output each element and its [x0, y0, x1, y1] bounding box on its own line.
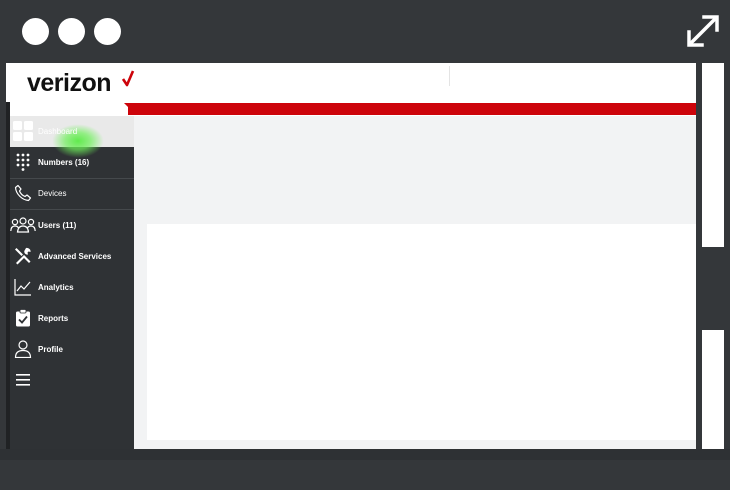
- sidebar-item-label: Advanced Services: [38, 252, 112, 261]
- sidebar-item-users[interactable]: Users (11): [10, 210, 134, 241]
- sidebar-item-menu[interactable]: [10, 365, 134, 396]
- app-window: verizon Dashboard Numbers (16) Devices U…: [6, 63, 696, 449]
- sidebar-item-profile[interactable]: Profile: [10, 334, 134, 365]
- bottom-band-shade: [0, 449, 730, 460]
- sidebar-item-label: Analytics: [38, 283, 74, 292]
- red-accent-bar: [128, 103, 696, 115]
- verizon-logo[interactable]: verizon: [27, 69, 112, 98]
- window-control-dot-2[interactable]: [58, 18, 85, 45]
- topbar-divider: [449, 66, 450, 86]
- main-content: [134, 116, 696, 449]
- right-panel-bottom: [702, 330, 724, 449]
- sidebar-item-label: Numbers (16): [38, 158, 90, 167]
- top-bar: verizon: [6, 63, 696, 102]
- sidebar-item-label: Devices: [38, 189, 67, 198]
- right-panel-top: [702, 63, 724, 247]
- dialpad-icon: [12, 151, 34, 173]
- clipboard-check-icon: [12, 307, 34, 329]
- phone-icon: [12, 182, 34, 204]
- logo-check-icon: [121, 70, 135, 87]
- chart-icon: [12, 276, 34, 298]
- window-control-dot-1[interactable]: [22, 18, 49, 45]
- sidebar-item-label: Dashboard: [38, 127, 78, 136]
- sidebar-item-analytics[interactable]: Analytics: [10, 272, 134, 303]
- expand-arrows-icon[interactable]: [684, 12, 722, 50]
- window-control-dot-3[interactable]: [94, 18, 121, 45]
- sidebar-item-dashboard[interactable]: Dashboard: [10, 116, 134, 158]
- content-card: [147, 224, 696, 440]
- users-icon: [10, 214, 36, 236]
- menu-icon: [12, 369, 34, 391]
- sidebar-item-reports[interactable]: Reports: [10, 303, 134, 334]
- sidebar-item-label: Reports: [38, 314, 69, 323]
- dashboard-grid-icon: [12, 120, 34, 142]
- tools-icon: [12, 245, 34, 267]
- sidebar-item-advanced-services[interactable]: Advanced Services: [10, 241, 134, 272]
- sidebar-item-label: Profile: [38, 345, 63, 354]
- sidebar: Dashboard Numbers (16) Devices Users (11…: [10, 116, 134, 449]
- sidebar-item-numbers[interactable]: Numbers (16): [10, 147, 134, 179]
- sidebar-item-devices[interactable]: Devices: [10, 178, 134, 210]
- person-icon: [12, 338, 34, 360]
- sidebar-item-label: Users (11): [38, 221, 77, 230]
